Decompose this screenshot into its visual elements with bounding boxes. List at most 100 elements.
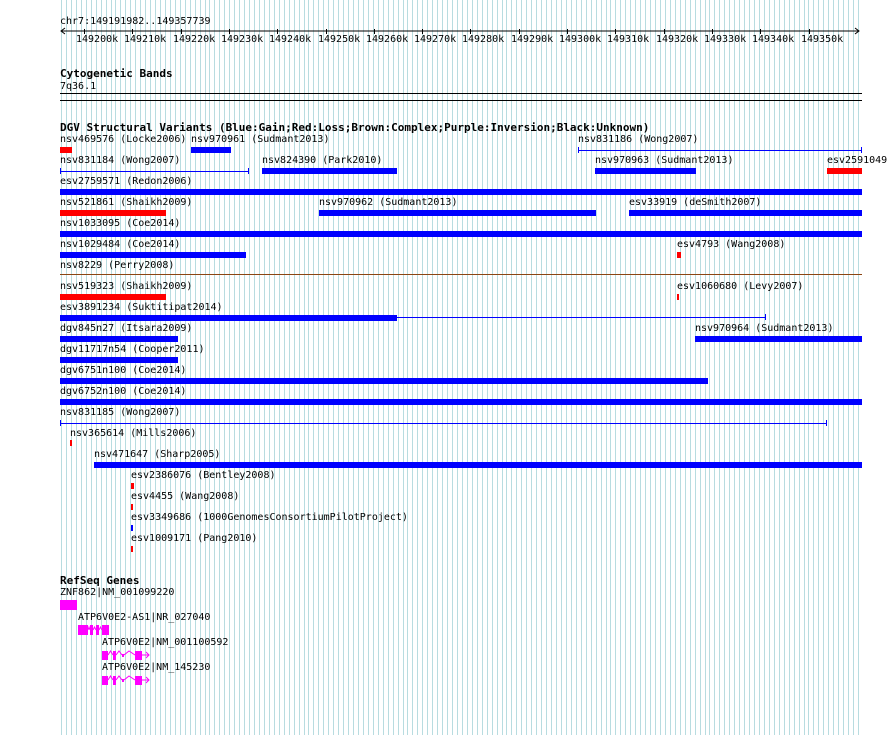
- gene-exon: [90, 625, 93, 635]
- dgv-variant-label[interactable]: nsv1029484 (Coe2014): [60, 239, 180, 250]
- dgv-variant-label[interactable]: esv1009171 (Pang2010): [131, 533, 257, 544]
- cytoband-ideogram-line: [60, 93, 862, 94]
- dgv-variant-bar[interactable]: [70, 440, 72, 446]
- refseq-gene-label[interactable]: ATP6V0E2-AS1|NR_027040: [78, 612, 210, 623]
- dgv-variant-span-end: [765, 314, 766, 320]
- cytoband-label[interactable]: 7q36.1: [60, 81, 96, 92]
- dgv-variant-label[interactable]: dgv11717n54 (Cooper2011): [60, 344, 205, 355]
- dgv-variant-span-end: [248, 168, 249, 174]
- dgv-variant-bar[interactable]: [60, 399, 862, 405]
- gene-exon: [102, 651, 108, 660]
- dgv-variant-label[interactable]: esv3349686 (1000GenomesConsortiumPilotPr…: [131, 512, 408, 523]
- dgv-variant-label[interactable]: esv33919 (deSmith2007): [629, 197, 761, 208]
- dgv-variant-label[interactable]: dgv6751n100 (Coe2014): [60, 365, 186, 376]
- refseq-gene-label[interactable]: ZNF862|NM_001099220: [60, 587, 174, 598]
- ruler-tick-label: 149210k: [124, 34, 167, 45]
- dgv-variant-span-end: [60, 168, 61, 174]
- dgv-variant-label[interactable]: esv2759571 (Redon2006): [60, 176, 192, 187]
- dgv-variant-label[interactable]: nsv8229 (Perry2008): [60, 260, 174, 271]
- cytoband-track-title: Cytogenetic Bands: [60, 67, 173, 80]
- ruler-tick-label: 149290k: [511, 34, 554, 45]
- ruler-tick-label: 149230k: [221, 34, 264, 45]
- dgv-variant-bar[interactable]: [131, 546, 133, 552]
- ruler-tick-label: 149330k: [704, 34, 747, 45]
- dgv-variant-bar[interactable]: [60, 378, 708, 384]
- dgv-variant-bar[interactable]: [60, 336, 178, 342]
- dgv-variant-label[interactable]: esv2591049: [827, 155, 887, 166]
- dgv-variant-bar[interactable]: [60, 357, 178, 363]
- dgv-variant-span[interactable]: [60, 171, 249, 172]
- ruler-tick-label: 149250k: [318, 34, 361, 45]
- dgv-variant-bar[interactable]: [60, 315, 397, 321]
- dgv-variant-bar[interactable]: [629, 210, 862, 216]
- refseq-gene-label[interactable]: ATP6V0E2|NM_145230: [102, 662, 210, 673]
- gene-exon: [102, 676, 108, 685]
- dgv-variant-span-end: [861, 147, 862, 153]
- dgv-variant-label[interactable]: dgv845n27 (Itsara2009): [60, 323, 192, 334]
- dgv-variant-bar[interactable]: [60, 147, 72, 153]
- refseq-gene-label[interactable]: ATP6V0E2|NM_001100592: [102, 637, 228, 648]
- dgv-variant-label[interactable]: nsv970962 (Sudmant2013): [319, 197, 457, 208]
- dgv-variant-span[interactable]: [397, 317, 766, 318]
- dgv-variant-bar[interactable]: [60, 294, 166, 300]
- dgv-variant-bar[interactable]: [60, 252, 246, 258]
- gene-exon: [135, 651, 142, 660]
- dgv-variant-label[interactable]: nsv831185 (Wong2007): [60, 407, 180, 418]
- dgv-variant-label[interactable]: nsv824390 (Park2010): [262, 155, 382, 166]
- ruler-tick-label: 149220k: [173, 34, 216, 45]
- refseq-gene-model[interactable]: [60, 600, 77, 612]
- genome-browser-canvas: chr7:149191982..149357739 149200k 149210k…: [0, 0, 890, 735]
- dgv-variant-label[interactable]: nsv831184 (Wong2007): [60, 155, 180, 166]
- dgv-variant-bar[interactable]: [191, 147, 231, 153]
- dgv-variant-bar[interactable]: [677, 252, 681, 258]
- dgv-variant-label[interactable]: esv3891234 (Suktitipat2014): [60, 302, 223, 313]
- dgv-variant-label[interactable]: esv2386076 (Bentley2008): [131, 470, 276, 481]
- dgv-variant-bar[interactable]: [131, 483, 134, 489]
- dgv-variant-label[interactable]: esv4793 (Wang2008): [677, 239, 785, 250]
- ruler-tick-label: 149200k: [76, 34, 119, 45]
- dgv-variant-label[interactable]: dgv6752n100 (Coe2014): [60, 386, 186, 397]
- dgv-variant-bar[interactable]: [60, 189, 862, 195]
- dgv-variant-bar[interactable]: [595, 168, 696, 174]
- dgv-variant-bar[interactable]: [94, 462, 862, 468]
- ruler-tick-label: 149300k: [559, 34, 602, 45]
- gene-exon: [135, 676, 142, 685]
- dgv-variant-label[interactable]: esv1060680 (Levy2007): [677, 281, 803, 292]
- dgv-variant-bar[interactable]: [695, 336, 862, 342]
- dgv-variant-bar[interactable]: [262, 168, 397, 174]
- refseq-track-title: RefSeq Genes: [60, 574, 140, 587]
- gene-exon: [96, 625, 99, 635]
- dgv-variant-bar[interactable]: [677, 294, 679, 300]
- dgv-variant-label[interactable]: nsv471647 (Sharp2005): [94, 449, 220, 460]
- dgv-variant-bar[interactable]: [60, 210, 166, 216]
- dgv-variant-label[interactable]: nsv970961 (Sudmant2013): [191, 134, 329, 145]
- track-separator: [60, 100, 862, 101]
- ruler-tick-label: 149350k: [801, 34, 844, 45]
- refseq-gene-model[interactable]: [102, 650, 154, 662]
- dgv-variant-span-end: [578, 147, 579, 153]
- dgv-variant-bar[interactable]: [827, 168, 862, 174]
- dgv-variant-label[interactable]: nsv831186 (Wong2007): [578, 134, 698, 145]
- dgv-variant-label[interactable]: nsv521861 (Shaikh2009): [60, 197, 192, 208]
- dgv-variant-label[interactable]: nsv970963 (Sudmant2013): [595, 155, 733, 166]
- refseq-gene-model[interactable]: [78, 625, 112, 637]
- gene-exon: [113, 651, 116, 660]
- refseq-gene-model[interactable]: [102, 675, 154, 687]
- dgv-variant-bar[interactable]: [319, 210, 596, 216]
- dgv-variant-label[interactable]: nsv519323 (Shaikh2009): [60, 281, 192, 292]
- dgv-variant-span[interactable]: [60, 423, 827, 424]
- gene-exon: [102, 625, 109, 635]
- gene-exon: [60, 600, 77, 610]
- dgv-variant-bar[interactable]: [131, 525, 133, 531]
- dgv-variant-label[interactable]: nsv469576 (Locke2006): [60, 134, 186, 145]
- dgv-variant-bar[interactable]: [60, 231, 862, 237]
- dgv-variant-span[interactable]: [578, 150, 862, 151]
- dgv-variant-label[interactable]: nsv970964 (Sudmant2013): [695, 323, 833, 334]
- dgv-variant-span-end: [60, 420, 61, 426]
- dgv-variant-bar[interactable]: [131, 504, 133, 510]
- dgv-variant-label[interactable]: nsv1033095 (Coe2014): [60, 218, 180, 229]
- dgv-variant-label[interactable]: nsv365614 (Mills2006): [70, 428, 196, 439]
- gene-exon: [122, 679, 124, 682]
- ruler-tick-label: 149340k: [752, 34, 795, 45]
- dgv-variant-label[interactable]: esv4455 (Wang2008): [131, 491, 239, 502]
